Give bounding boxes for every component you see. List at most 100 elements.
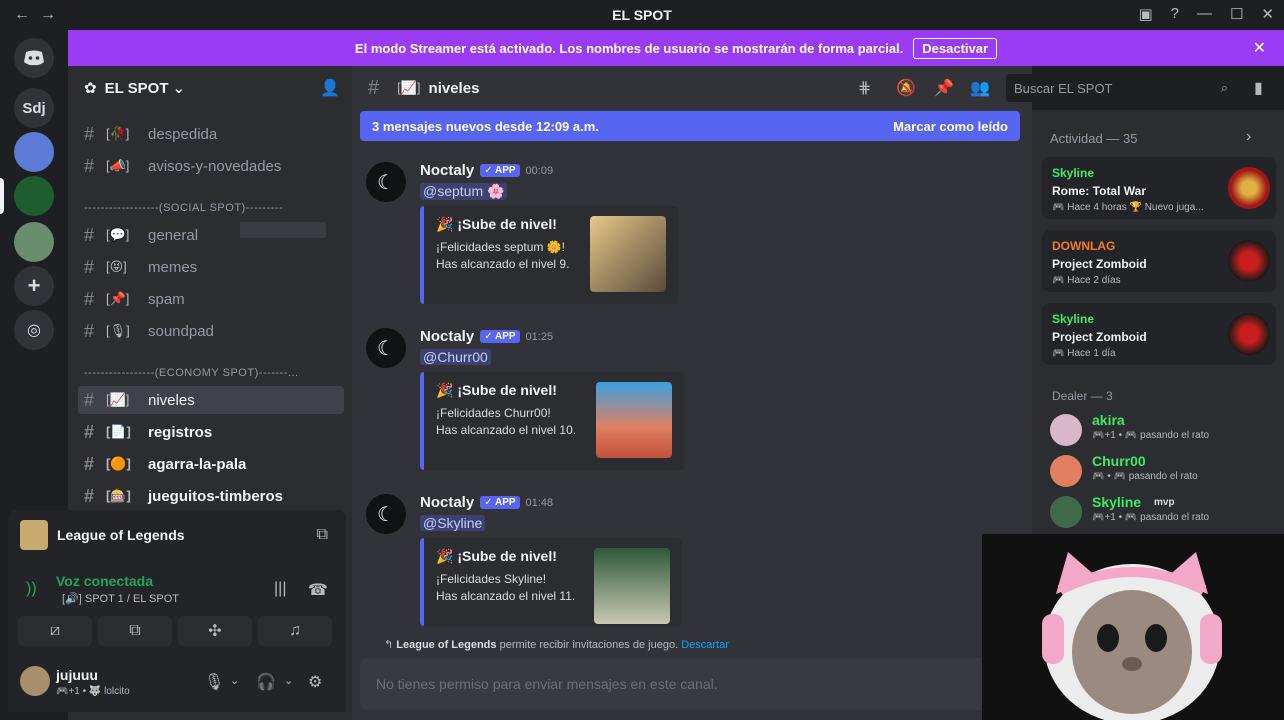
- channel-registros[interactable]: # [📄] registros: [78, 418, 344, 446]
- noise-icon[interactable]: |||: [274, 580, 286, 598]
- minimize-icon: —: [1196, 5, 1212, 22]
- avatar: [1050, 414, 1082, 446]
- pin-icon[interactable]: 📌: [934, 78, 954, 98]
- activity-card[interactable]: Skyline Rome: Total War 🎮 Hace 4 horas 🏆…: [1042, 157, 1276, 219]
- embed-thumbnail[interactable]: [596, 382, 672, 458]
- embed-thumbnail[interactable]: [594, 548, 670, 624]
- inbox-icon[interactable]: ▮: [1254, 78, 1263, 98]
- avatar[interactable]: [20, 666, 50, 696]
- invite-people-icon[interactable]: 👤: [320, 78, 340, 98]
- channel-niveles[interactable]: # [📈] niveles: [78, 386, 344, 414]
- notification-icon[interactable]: 🔕: [896, 78, 916, 98]
- dismiss-link[interactable]: Descartar: [681, 639, 729, 651]
- chevron-down-icon[interactable]: ⌄: [230, 674, 239, 687]
- game-icon: [1228, 313, 1270, 355]
- mark-read-button[interactable]: Marcar como leído: [893, 119, 1008, 134]
- deactivate-button[interactable]: Desactivar: [913, 37, 998, 59]
- user-mention[interactable]: @Skyline: [420, 515, 486, 531]
- message-header: Noctaly ✓ APP 00:09: [420, 162, 553, 179]
- search-icon: ⌕: [1220, 80, 1228, 95]
- embed-description: ¡Felicidades septum 🌼! Has alcanzado el n…: [436, 240, 570, 271]
- user-mention[interactable]: @Churr00: [420, 349, 491, 365]
- category-social[interactable]: ------------------(SOCIAL SPOT)---------: [84, 202, 344, 214]
- username[interactable]: jujuuu: [56, 667, 98, 683]
- channel-despedida[interactable]: # [🥀] despedida: [78, 120, 344, 148]
- user-panel: jujuuu 🎮+1 • 🐺 lolcito 🎙 ⌄ 🎧 ⌄ ⚙: [8, 650, 346, 712]
- author-name[interactable]: Noctaly: [420, 328, 474, 345]
- activities-button[interactable]: ✣: [178, 616, 252, 646]
- server-sdj[interactable]: Sdj: [14, 88, 54, 128]
- headphones-icon[interactable]: 🎧: [256, 672, 276, 692]
- member-item[interactable]: Churr00 🎮 • 🎮 pasando el rato: [1050, 451, 1280, 491]
- game-icon: [1228, 167, 1270, 209]
- activity-game: League of Legends: [57, 527, 185, 543]
- member-item[interactable]: Skyline mvp 🎮+1 • 🎮 pasando el rato: [1050, 492, 1280, 532]
- author-name[interactable]: Noctaly: [420, 494, 474, 511]
- channel-soundpad[interactable]: # [🎙] soundpad: [78, 317, 344, 345]
- author-name[interactable]: Noctaly: [420, 162, 474, 179]
- channel-avisos[interactable]: # [📣] avisos-y-novedades: [78, 152, 344, 180]
- gear-icon[interactable]: ⚙: [308, 672, 322, 692]
- window-controls[interactable]: ▣ ? — ☐ ✕: [1138, 5, 1274, 23]
- embed-description: ¡Felicidades Churr00! Has alcanzado el ni…: [436, 406, 577, 437]
- channel-memes[interactable]: # [😝] memes: [78, 253, 344, 281]
- activity-sub: 🎮 Hace 2 días: [1052, 275, 1121, 286]
- title-bar: ←→ EL SPOT ▣ ? — ☐ ✕: [0, 0, 1284, 30]
- activity-card[interactable]: Skyline Project Zomboid 🎮 Hace 1 día: [1042, 303, 1276, 365]
- share-screen-button[interactable]: ⧉: [98, 616, 172, 646]
- avatar[interactable]: ☾: [366, 162, 406, 202]
- members-icon[interactable]: 👥: [970, 78, 990, 98]
- league-icon: [20, 520, 48, 550]
- maximize-icon: ☐: [1229, 6, 1244, 23]
- screen-share-icon[interactable]: ⧉: [317, 526, 328, 544]
- soundboard-button[interactable]: ♫: [258, 616, 332, 646]
- embed: 🎉 ¡Sube de nivel! ¡Felicidades Skyline! H…: [420, 538, 682, 626]
- new-messages-bar[interactable]: 3 mensajes nuevos desde 12:09 a.m. Marca…: [360, 111, 1020, 141]
- user-mention[interactable]: @septum 🌸: [420, 183, 508, 200]
- app-badge: ✓ APP: [480, 496, 520, 509]
- discover-icon[interactable]: ◎: [14, 310, 54, 350]
- server-avatar-3[interactable]: [14, 222, 54, 262]
- activity-card[interactable]: DOWNLAG Project Zomboid 🎮 Hace 2 días: [1042, 230, 1276, 292]
- game-invite-notice: ↰ League of Legends permite recibir invi…: [384, 638, 729, 651]
- avatar[interactable]: ☾: [366, 494, 406, 534]
- voice-channel[interactable]: [🔊] SPOT 1 / EL SPOT: [62, 592, 179, 605]
- avatar[interactable]: ☾: [366, 328, 406, 368]
- disconnect-icon[interactable]: ☎: [308, 580, 328, 600]
- role-header: Dealer — 3: [1052, 389, 1113, 403]
- embed-title: 🎉 ¡Sube de nivel!: [436, 548, 557, 564]
- embed-thumbnail[interactable]: [590, 216, 666, 292]
- server-header[interactable]: ✿ EL SPOT ⌄ 👤: [68, 66, 352, 110]
- embed-description: ¡Felicidades Skyline! Has alcanzado el ni…: [436, 572, 576, 603]
- close-banner-icon[interactable]: ✕: [1253, 38, 1266, 58]
- category-economy[interactable]: -----------------(ECONOMY SPOT)-------..…: [84, 367, 344, 379]
- channel-agarra-la-pala[interactable]: # [🟠] agarra-la-pala: [78, 450, 344, 478]
- channel-title: niveles: [428, 79, 480, 97]
- timestamp: 01:25: [525, 330, 554, 343]
- microphone-icon[interactable]: 🎙: [204, 672, 224, 692]
- activity-game: Project Zomboid: [1052, 257, 1147, 271]
- server-avatar-1[interactable]: [14, 132, 54, 172]
- inbox-icon: ▣: [1138, 6, 1153, 23]
- message-composer[interactable]: No tienes permiso para enviar mensajes e…: [360, 658, 988, 710]
- activity-game: Project Zomboid: [1052, 330, 1147, 344]
- channel-jueguitos-timberos[interactable]: # [🎰] jueguitos-timberos: [78, 482, 344, 510]
- member-item[interactable]: akira 🎮+1 • 🎮 pasando el rato: [1050, 410, 1280, 450]
- server-name: EL SPOT: [104, 79, 169, 97]
- composer-placeholder: No tienes permiso para enviar mensajes e…: [376, 676, 718, 692]
- camera-button[interactable]: ⧄: [18, 616, 92, 646]
- voice-panel: League of Legends ⧉ )) Voz conectada [🔊]…: [8, 510, 346, 650]
- chevron-down-icon[interactable]: ⌄: [284, 674, 293, 687]
- invite-text: permite recibir invitaciones de juego.: [499, 639, 679, 651]
- webcam-overlay: [982, 534, 1284, 720]
- threads-icon[interactable]: ⋕: [858, 78, 871, 98]
- add-server-icon[interactable]: +: [14, 266, 54, 306]
- banner-text: El modo Streamer está activado. Los nomb…: [354, 40, 904, 56]
- chevron-right-icon[interactable]: ›: [1246, 128, 1251, 146]
- channel-spam[interactable]: # [📌] spam: [78, 285, 344, 313]
- search-input[interactable]: Buscar EL SPOT ⌕: [1006, 74, 1238, 102]
- home-discord-icon[interactable]: [14, 38, 54, 78]
- server-el-spot[interactable]: [14, 176, 54, 216]
- voice-status[interactable]: Voz conectada: [56, 573, 153, 589]
- activity-user: Skyline: [1052, 312, 1095, 326]
